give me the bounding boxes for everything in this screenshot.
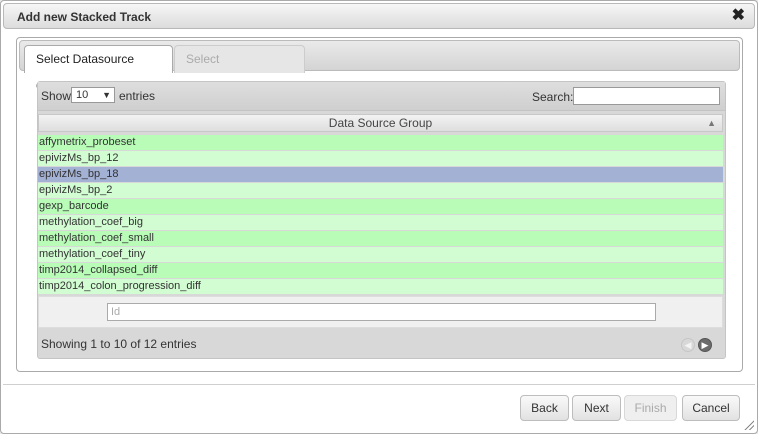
table-row[interactable]: epivizMs_bp_12	[38, 151, 723, 166]
prev-page-icon[interactable]: ◀	[681, 338, 695, 352]
table-footer: Showing 1 to 10 of 12 entries ◀ ▶	[38, 332, 725, 358]
tab-select-datasource-group[interactable]: Select Datasource Group	[24, 45, 173, 93]
tabs-bar: Select Datasource Group Select Measureme…	[19, 40, 740, 93]
page-length-select[interactable]: 10 ▼	[71, 87, 115, 103]
table-row[interactable]: methylation_coef_big	[38, 215, 723, 230]
tab-select-measurements[interactable]: Select Measurements	[174, 45, 305, 93]
page-length-value: 10	[76, 89, 89, 101]
next-page-icon[interactable]: ▶	[698, 338, 712, 352]
table-row[interactable]: epivizMs_bp_18	[38, 167, 723, 182]
table-row[interactable]: epivizMs_bp_2	[38, 183, 723, 198]
id-filter-input[interactable]: Id	[107, 303, 656, 321]
search-input[interactable]	[573, 87, 720, 105]
search-label: Search:	[532, 90, 574, 104]
next-button[interactable]: Next	[572, 395, 621, 421]
sort-asc-icon: ▲	[707, 118, 716, 128]
back-button[interactable]: Back	[520, 395, 569, 421]
dialog-titlebar[interactable]: Add new Stacked Track ✖	[3, 3, 755, 29]
chevron-down-icon: ▼	[102, 90, 111, 100]
column-filter-row: Id	[38, 296, 723, 328]
table-row[interactable]: gexp_barcode	[38, 199, 723, 214]
show-label: Show	[41, 89, 72, 103]
column-header-label: Data Source Group	[328, 116, 433, 130]
dialog-button-separator	[3, 384, 755, 385]
table-info: Showing 1 to 10 of 12 entries	[41, 337, 197, 351]
table-row[interactable]: methylation_coef_tiny	[38, 247, 723, 262]
close-icon[interactable]: ✖	[732, 7, 745, 25]
column-header-data-source-group[interactable]: Data Source Group ▲	[38, 114, 723, 132]
table-row[interactable]: methylation_coef_small	[38, 231, 723, 246]
cancel-button[interactable]: Cancel	[682, 395, 740, 421]
entries-label: entries	[119, 89, 156, 103]
table-body: affymetrix_probeset epivizMs_bp_12 epivizM…	[38, 135, 723, 295]
table-row[interactable]: timp2014_colon_progression_diff	[38, 279, 723, 294]
add-stacked-track-dialog: Add new Stacked Track ✖ Select Datasourc…	[0, 0, 758, 434]
dialog-title: Add new Stacked Track	[17, 10, 152, 24]
table-row[interactable]: affymetrix_probeset	[38, 135, 723, 150]
finish-button[interactable]: Finish	[624, 395, 677, 421]
resize-grip-icon[interactable]	[742, 418, 754, 430]
table-toolbar: Show 10 ▼ entries Search:	[38, 82, 725, 111]
datasource-table: Show 10 ▼ entries Search: Data Source Gr…	[37, 81, 726, 359]
table-row[interactable]: timp2014_collapsed_diff	[38, 263, 723, 278]
